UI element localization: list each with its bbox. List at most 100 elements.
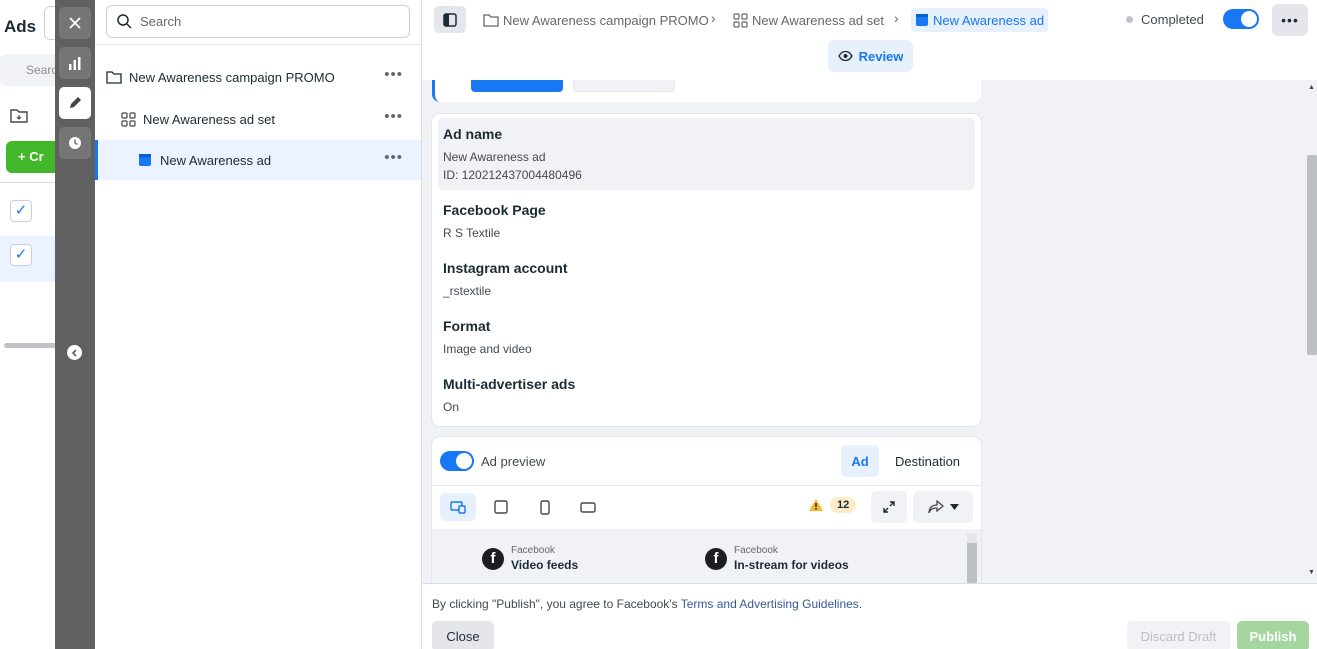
more-options-icon[interactable]: ••• xyxy=(384,108,403,125)
breadcrumb-ad[interactable]: New Awareness ad xyxy=(911,8,1049,32)
ad-editor: New Awareness campaign PROMO › New Aware… xyxy=(422,0,1317,649)
grid-icon xyxy=(733,12,748,28)
history-button[interactable] xyxy=(59,127,91,159)
breadcrumb-label: New Awareness ad set xyxy=(752,12,884,28)
row-checkbox[interactable]: ✓ xyxy=(10,244,32,266)
clock-icon xyxy=(69,137,81,149)
tree-item-adset[interactable]: New Awareness ad set ••• xyxy=(95,99,421,139)
landscape-format-button[interactable] xyxy=(570,493,606,521)
tree-item-label: New Awareness ad set xyxy=(143,111,275,127)
breadcrumb-label: New Awareness campaign PROMO xyxy=(503,12,709,28)
editor-scroll-thumb[interactable] xyxy=(1307,155,1317,355)
more-actions-button[interactable]: ••• xyxy=(1272,4,1308,36)
landscape-icon xyxy=(580,501,596,513)
placement-instream-videos: f Facebook In-stream for videos xyxy=(705,545,849,572)
tab-ad[interactable]: Ad xyxy=(841,445,879,477)
ad-setup-card xyxy=(432,80,981,102)
toggle-knob xyxy=(456,453,472,469)
close-editor-button[interactable] xyxy=(59,7,91,39)
ads-title: Ads xyxy=(4,17,37,36)
select-all-checkbox[interactable]: ✓ xyxy=(10,200,32,222)
square-format-button[interactable] xyxy=(483,493,519,521)
expand-icon xyxy=(883,501,895,513)
share-preview-button[interactable] xyxy=(913,491,973,523)
breadcrumb-adset[interactable]: New Awareness ad set xyxy=(729,8,888,32)
duplicate-ad-button[interactable] xyxy=(573,80,675,92)
search-icon xyxy=(117,14,132,29)
ad-icon xyxy=(915,13,929,27)
ad-preview-label: Ad preview xyxy=(481,454,546,469)
create-button[interactable]: + Cr xyxy=(6,141,57,173)
review-button[interactable]: Review xyxy=(828,40,913,72)
placement-name: In-stream for videos xyxy=(734,558,849,572)
charts-button[interactable] xyxy=(59,47,91,79)
create-label: Cr xyxy=(29,149,44,164)
breadcrumb-label: New Awareness ad xyxy=(933,12,1045,28)
tree-item-campaign[interactable]: New Awareness campaign PROMO ••• xyxy=(95,57,421,97)
all-devices-button[interactable] xyxy=(440,493,476,521)
close-icon xyxy=(69,17,81,29)
tree-search-box[interactable] xyxy=(106,5,410,38)
publish-button[interactable]: Publish xyxy=(1237,621,1309,649)
multi-advertiser-field: Multi-advertiser ads On xyxy=(443,376,575,416)
editor-header: New Awareness campaign PROMO › New Aware… xyxy=(422,0,1317,80)
placement-name: Video feeds xyxy=(511,558,579,572)
breadcrumb-campaign[interactable]: New Awareness campaign PROMO xyxy=(479,8,713,32)
tree-search-input[interactable] xyxy=(140,14,390,29)
field-value: Image and video xyxy=(443,342,532,356)
more-options-icon[interactable]: ••• xyxy=(384,66,403,83)
scroll-up-icon[interactable]: ▲ xyxy=(1308,84,1315,91)
facebook-page-field: Facebook Page R S Textile xyxy=(443,202,546,242)
status-dot xyxy=(1126,16,1133,23)
ad-preview-toggle[interactable] xyxy=(440,451,474,471)
warnings-indicator[interactable]: 12 xyxy=(808,497,857,513)
terms-link[interactable]: Terms and Advertising Guidelines xyxy=(681,597,859,611)
ad-preview-card: Ad preview Ad Destination 12 f Facebook … xyxy=(432,437,981,583)
review-label: Review xyxy=(858,48,904,64)
breadcrumb-separator: › xyxy=(711,10,716,26)
tree-item-label: New Awareness campaign PROMO xyxy=(129,69,335,85)
expand-preview-button[interactable] xyxy=(871,491,907,523)
discard-draft-button[interactable]: Discard Draft xyxy=(1127,621,1230,649)
field-value: R S Textile xyxy=(443,226,501,240)
primary-action-button[interactable] xyxy=(471,80,563,92)
ad-name-text: New Awareness ad xyxy=(443,150,546,164)
caret-down-icon xyxy=(949,504,959,510)
folder-icon xyxy=(106,69,122,85)
scroll-down-icon[interactable]: ▼ xyxy=(1308,569,1315,576)
format-field: Format Image and video xyxy=(443,318,532,358)
instagram-account-field: Instagram account _rstextile xyxy=(443,260,567,300)
bg-search-input[interactable]: Search xyxy=(0,54,57,86)
editor-footer: By clicking "Publish", you agree to Face… xyxy=(422,583,1317,649)
close-button[interactable]: Close xyxy=(432,621,494,649)
ad-details-card: Ad name New Awareness ad ID: 12021243700… xyxy=(432,114,981,426)
mobile-format-button[interactable] xyxy=(527,493,563,521)
more-options-icon[interactable]: ••• xyxy=(384,149,403,166)
table-header-row: ✓ xyxy=(0,182,57,232)
edit-button[interactable] xyxy=(59,87,91,119)
field-value: _rstextile xyxy=(443,284,492,298)
devices-icon xyxy=(450,501,466,514)
tab-destination[interactable]: Destination xyxy=(895,454,960,469)
tree-item-ad[interactable]: New Awareness ad ••• xyxy=(95,140,421,180)
collapse-button[interactable] xyxy=(67,345,82,360)
ad-icon xyxy=(137,152,153,168)
folder-icon[interactable] xyxy=(10,107,28,123)
horizontal-scrollbar[interactable] xyxy=(4,343,56,348)
facebook-icon: f xyxy=(482,547,504,570)
preview-scroll-thumb[interactable] xyxy=(967,543,977,583)
campaign-tree-panel: New Awareness campaign PROMO ••• New Awa… xyxy=(95,0,422,649)
tree-item-label: New Awareness ad xyxy=(160,152,272,168)
toggle-panel-button[interactable] xyxy=(434,6,466,33)
ad-active-toggle[interactable] xyxy=(1223,9,1259,29)
divider xyxy=(95,44,422,45)
status-indicator: Completed xyxy=(1126,12,1204,27)
terms-prefix: By clicking "Publish", you agree to Face… xyxy=(432,597,681,611)
phone-icon xyxy=(540,499,550,515)
placement-video-feeds: f Facebook Video feeds xyxy=(482,545,578,572)
eye-icon xyxy=(837,51,853,61)
field-label: Ad name xyxy=(443,126,503,142)
field-value: On xyxy=(443,400,460,414)
placement-source: Facebook xyxy=(734,545,778,556)
share-icon xyxy=(927,500,944,514)
